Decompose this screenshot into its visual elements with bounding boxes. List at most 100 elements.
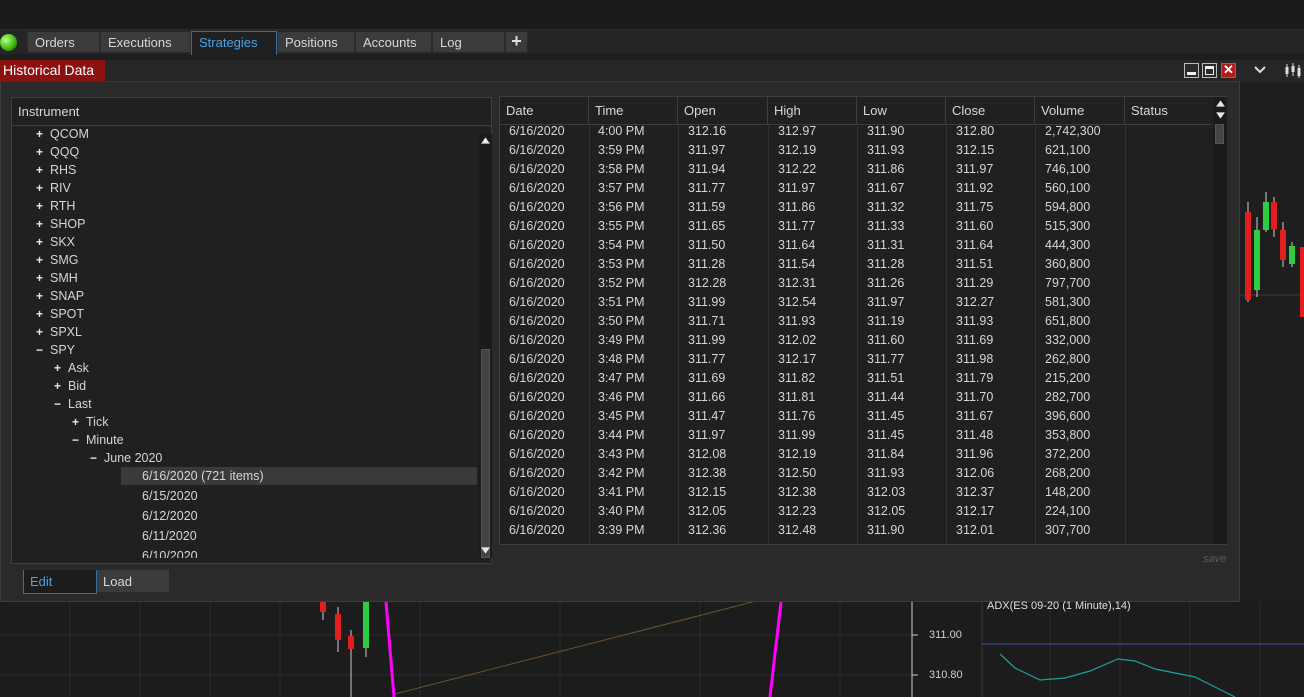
- add-tab-button[interactable]: +: [505, 31, 528, 53]
- expand-icon[interactable]: +: [36, 323, 50, 341]
- collapse-icon[interactable]: −: [54, 395, 68, 413]
- column-header-high[interactable]: High: [768, 97, 857, 125]
- table-row[interactable]: 6/16/2020 3:42 PM 312.38 312.50 311.93 312.06…: [500, 464, 1212, 483]
- window-titlebar[interactable]: [105, 60, 1240, 82]
- table-row[interactable]: 6/16/2020 3:48 PM 311.77 312.17 311.77 311.98…: [500, 350, 1212, 369]
- expand-icon[interactable]: +: [36, 287, 50, 305]
- grid-scrollbar[interactable]: [1213, 97, 1227, 544]
- column-header-status[interactable]: Status: [1125, 97, 1212, 125]
- expand-icon[interactable]: +: [36, 143, 50, 161]
- expand-icon[interactable]: +: [54, 377, 68, 395]
- expand-icon[interactable]: +: [72, 413, 86, 431]
- tree-item[interactable]: 6/16/2020 (721 items): [121, 467, 477, 485]
- column-header-volume[interactable]: Volume: [1035, 97, 1125, 125]
- tab-orders[interactable]: Orders: [27, 31, 100, 53]
- expand-icon[interactable]: +: [36, 197, 50, 215]
- tree-scroll-thumb[interactable]: [481, 349, 490, 558]
- table-row[interactable]: 6/16/2020 3:57 PM 311.77 311.97 311.67 311.92…: [500, 179, 1212, 198]
- tree-item[interactable]: 6/10/2020: [121, 547, 477, 558]
- tree-item[interactable]: + RTH: [36, 197, 75, 215]
- tree-item[interactable]: + Ask: [54, 359, 89, 377]
- expand-icon[interactable]: +: [36, 305, 50, 323]
- collapse-icon[interactable]: −: [90, 449, 104, 467]
- expand-icon[interactable]: +: [36, 179, 50, 197]
- table-row[interactable]: 6/16/2020 3:59 PM 311.97 312.19 311.93 312.15…: [500, 141, 1212, 160]
- tab-positions[interactable]: Positions: [277, 31, 355, 53]
- collapse-icon[interactable]: −: [72, 431, 86, 449]
- tree-item[interactable]: − SPY: [36, 341, 75, 359]
- expand-icon[interactable]: +: [36, 161, 50, 179]
- save-label[interactable]: save: [1203, 553, 1226, 565]
- tab-edit[interactable]: Edit: [23, 570, 97, 594]
- tree-item[interactable]: + QQQ: [36, 143, 79, 161]
- table-row[interactable]: 6/16/2020 3:44 PM 311.97 311.99 311.45 311.48…: [500, 426, 1212, 445]
- table-row[interactable]: 6/16/2020 3:39 PM 312.36 312.48 311.90 312.01…: [500, 521, 1212, 540]
- column-header-open[interactable]: Open: [678, 97, 768, 125]
- column-header-time[interactable]: Time: [589, 97, 678, 125]
- tree-item[interactable]: + QCOM: [36, 127, 89, 143]
- tab-log[interactable]: Log: [432, 31, 505, 53]
- maximize-icon[interactable]: [1202, 63, 1217, 78]
- tab-strategies[interactable]: Strategies: [191, 31, 277, 55]
- data-grid-body[interactable]: 6/16/2020 4:00 PM 312.16 312.97 311.90 312.80…: [500, 126, 1212, 544]
- scroll-up-icon[interactable]: [481, 137, 490, 144]
- tree-item[interactable]: 6/11/2020: [121, 527, 477, 545]
- tree-item[interactable]: + SMH: [36, 269, 78, 287]
- table-row[interactable]: 6/16/2020 3:58 PM 311.94 312.22 311.86 311.97…: [500, 160, 1212, 179]
- table-row[interactable]: 6/16/2020 3:47 PM 311.69 311.82 311.51 311.79…: [500, 369, 1212, 388]
- tree-item[interactable]: + SPOT: [36, 305, 84, 323]
- table-row[interactable]: 6/16/2020 4:00 PM 312.16 312.97 311.90 312.80…: [500, 126, 1212, 141]
- table-row[interactable]: 6/16/2020 3:41 PM 312.15 312.38 312.03 312.37…: [500, 483, 1212, 502]
- tree-item[interactable]: + SHOP: [36, 215, 85, 233]
- table-row[interactable]: 6/16/2020 3:56 PM 311.59 311.86 311.32 311.75…: [500, 198, 1212, 217]
- table-row[interactable]: 6/16/2020 3:52 PM 312.28 312.31 311.26 311.29…: [500, 274, 1212, 293]
- tree-item[interactable]: + SNAP: [36, 287, 84, 305]
- tree-item[interactable]: 6/15/2020: [121, 487, 477, 505]
- tree-item[interactable]: − Last: [54, 395, 92, 413]
- table-row[interactable]: 6/16/2020 3:45 PM 311.47 311.76 311.45 311.67…: [500, 407, 1212, 426]
- tab-executions[interactable]: Executions: [100, 31, 191, 53]
- tree-item[interactable]: + SPXL: [36, 323, 82, 341]
- tree-item[interactable]: − June 2020: [90, 449, 162, 467]
- tree-scrollbar[interactable]: [479, 134, 492, 558]
- chevron-down-icon[interactable]: [1253, 62, 1267, 78]
- tree-item[interactable]: + RHS: [36, 161, 76, 179]
- grid-scroll-thumb[interactable]: [1215, 124, 1224, 144]
- expand-icon[interactable]: +: [36, 127, 50, 143]
- candlestick-icon[interactable]: [1284, 63, 1302, 78]
- table-cell-open: 311.59: [688, 200, 726, 214]
- scroll-down-icon[interactable]: [1216, 112, 1225, 119]
- tree-item[interactable]: + Bid: [54, 377, 86, 395]
- table-row[interactable]: 6/16/2020 3:49 PM 311.99 312.02 311.60 311.69…: [500, 331, 1212, 350]
- minimize-icon[interactable]: [1184, 63, 1199, 78]
- tree-item[interactable]: − Minute: [72, 431, 124, 449]
- table-row[interactable]: 6/16/2020 3:43 PM 312.08 312.19 311.84 311.96…: [500, 445, 1212, 464]
- instrument-tree[interactable]: + QCOM + QQQ + RHS + RIV + RTH + SHOP + SKX + SMG + SMH + S…: [12, 127, 478, 558]
- table-cell-open: 312.05: [688, 504, 727, 518]
- tree-item[interactable]: 6/12/2020: [121, 507, 477, 525]
- column-header-low[interactable]: Low: [857, 97, 946, 125]
- tree-item[interactable]: + RIV: [36, 179, 71, 197]
- table-row[interactable]: 6/16/2020 3:40 PM 312.05 312.23 312.05 312.17…: [500, 502, 1212, 521]
- tab-load[interactable]: Load: [97, 570, 169, 592]
- table-row[interactable]: 6/16/2020 3:51 PM 311.99 312.54 311.97 312.27…: [500, 293, 1212, 312]
- table-row[interactable]: 6/16/2020 3:46 PM 311.66 311.81 311.44 311.70…: [500, 388, 1212, 407]
- expand-icon[interactable]: +: [36, 269, 50, 287]
- tab-accounts[interactable]: Accounts: [355, 31, 432, 53]
- expand-icon[interactable]: +: [54, 359, 68, 377]
- table-row[interactable]: 6/16/2020 3:53 PM 311.28 311.54 311.28 311.51…: [500, 255, 1212, 274]
- expand-icon[interactable]: +: [36, 215, 50, 233]
- column-header-date[interactable]: Date: [500, 97, 589, 125]
- column-header-close[interactable]: Close: [946, 97, 1035, 125]
- close-icon[interactable]: ✕: [1221, 63, 1236, 78]
- expand-icon[interactable]: +: [36, 251, 50, 269]
- expand-icon[interactable]: +: [36, 233, 50, 251]
- scroll-up-icon[interactable]: [1216, 100, 1225, 107]
- table-row[interactable]: 6/16/2020 3:54 PM 311.50 311.64 311.31 311.64…: [500, 236, 1212, 255]
- collapse-icon[interactable]: −: [36, 341, 50, 359]
- table-row[interactable]: 6/16/2020 3:55 PM 311.65 311.77 311.33 311.60…: [500, 217, 1212, 236]
- table-row[interactable]: 6/16/2020 3:50 PM 311.71 311.93 311.19 311.93…: [500, 312, 1212, 331]
- tree-item[interactable]: + SMG: [36, 251, 78, 269]
- tree-item[interactable]: + SKX: [36, 233, 75, 251]
- tree-item[interactable]: + Tick: [72, 413, 108, 431]
